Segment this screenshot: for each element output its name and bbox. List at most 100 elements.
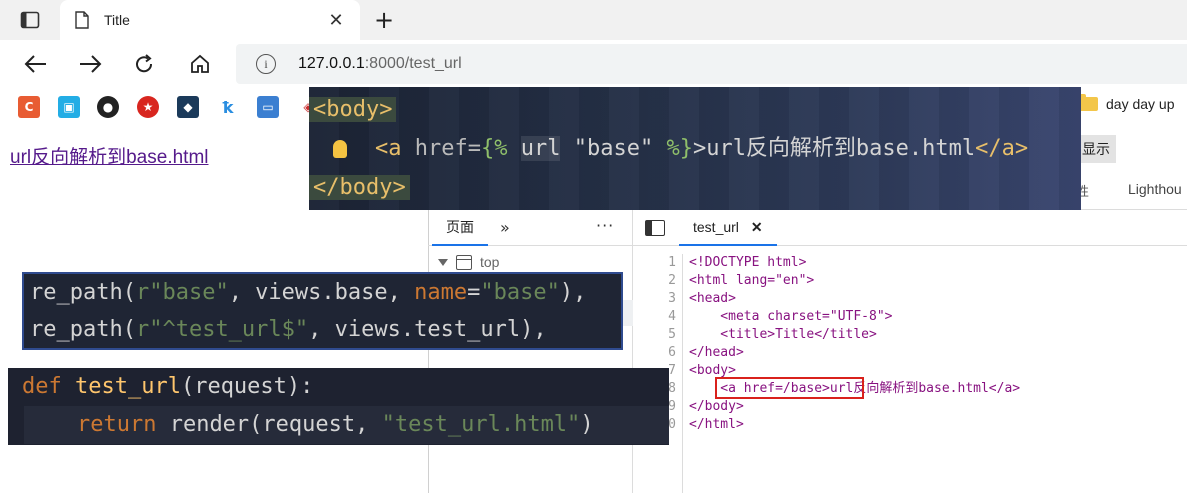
highlight-annotation: [715, 377, 864, 399]
urls-view: , views.base,: [228, 280, 415, 305]
file-tab-close-icon[interactable]: ✕: [751, 219, 763, 236]
urls-pattern: r"^test_url$": [135, 317, 309, 342]
line-number: 4: [668, 309, 676, 324]
code-line: </head>: [689, 345, 744, 360]
info-icon[interactable]: i: [256, 54, 276, 74]
line-number: 3: [668, 291, 676, 306]
address-host: 127.0.0.1: [298, 55, 365, 72]
template-a-close: </a>: [975, 136, 1029, 161]
file-tab-label: test_url: [693, 219, 739, 235]
more-tabs-icon[interactable]: »: [500, 218, 510, 237]
code-line: </body>: [689, 399, 744, 414]
views-template-name: "test_url.html": [381, 412, 581, 437]
line-number: 2: [668, 273, 676, 288]
template-href: href=: [414, 136, 481, 161]
template-body-open: <body>: [309, 97, 397, 122]
toggle-navigator-icon[interactable]: [645, 220, 665, 236]
template-line-2: <a href={% url "base" %}>url反向解析到base.ht…: [309, 130, 1028, 168]
bookmark-github-icon[interactable]: ●: [97, 96, 119, 118]
sources-navigator: 页面 » ··· top: [428, 210, 633, 493]
browser-tab[interactable]: Title ✕: [60, 0, 360, 40]
urls-name-value: "base": [480, 280, 560, 305]
tab-title: Title: [104, 12, 130, 28]
navigator-tabs: 页面 » ···: [428, 210, 633, 246]
back-arrow-icon: [24, 55, 46, 73]
reload-button[interactable]: [128, 50, 160, 78]
urls-eq: =: [467, 280, 481, 305]
urls-name-kw: name: [414, 280, 468, 305]
views-func-name: test_url: [74, 374, 181, 399]
template-url: url: [520, 136, 561, 161]
ide-template-snippet: <body> <a href={% url "base" %}>url反向解析到…: [309, 87, 1081, 210]
expand-triangle-icon[interactable]: [438, 258, 448, 266]
line-number: 6: [668, 345, 676, 360]
bookmark-codepen-icon[interactable]: ◆: [177, 96, 199, 118]
code-line: <title>Title</title>: [689, 327, 877, 342]
tab-actions-icon: [20, 11, 40, 29]
tab-actions-button[interactable]: [10, 6, 50, 34]
urls-close: ),: [559, 280, 587, 305]
devtools-tab-lighthouse[interactable]: Lighthou: [1128, 181, 1182, 197]
bookmark-folder-label: day day up: [1106, 96, 1175, 112]
code-line: <html lang="en">: [689, 273, 815, 288]
reload-icon: [136, 54, 153, 73]
line-number: 5: [668, 327, 676, 342]
urls-line-2: re_path(r"^test_url$", views.test_url),: [30, 312, 547, 348]
urls-re-path: re_path(: [30, 280, 136, 305]
template-tpl-close: %}: [666, 136, 693, 161]
code-line: <head>: [689, 291, 736, 306]
code-line: <meta charset="UTF-8">: [689, 309, 893, 324]
bookmark-folder[interactable]: day day up: [1078, 94, 1175, 112]
bookmark-bilibili-icon[interactable]: ▣: [58, 96, 80, 118]
urls-view: , views.test_url),: [308, 317, 547, 342]
views-close: ): [580, 412, 594, 437]
views-params: (request):: [180, 374, 314, 399]
ide-urls-snippet: re_path(r"base", views.base, name="base"…: [22, 272, 623, 350]
views-def: def: [22, 374, 75, 399]
urls-pattern: r"base": [135, 280, 229, 305]
frame-icon: [456, 254, 472, 270]
forward-button[interactable]: [74, 50, 106, 78]
views-line-1: def test_url(request):: [22, 368, 313, 406]
editor-tabs: test_url ✕: [633, 210, 1187, 246]
home-icon: [191, 54, 209, 73]
views-render: render(request,: [169, 412, 382, 437]
source-code[interactable]: <!DOCTYPE html> <html lang="en"> <head> …: [689, 254, 1020, 434]
template-tpl-open: {%: [480, 136, 521, 161]
lightbulb-icon[interactable]: [333, 140, 347, 158]
template-base-arg: "base": [560, 136, 667, 161]
template-line-3: </body>: [309, 169, 410, 207]
new-tab-button[interactable]: +: [370, 6, 398, 34]
menu-dots-icon[interactable]: ···: [596, 216, 614, 235]
show-button[interactable]: 显示: [1076, 135, 1116, 163]
template-a-open: <a: [375, 136, 415, 161]
bookmark-csdn-icon[interactable]: C: [18, 96, 40, 118]
tree-item-top[interactable]: top: [438, 254, 499, 270]
template-link-text: >url反向解析到base.html: [692, 136, 976, 161]
page-link[interactable]: url反向解析到base.html: [10, 142, 209, 169]
tree-item-label: top: [480, 254, 500, 270]
file-tab[interactable]: test_url ✕: [679, 210, 777, 246]
code-line: <!DOCTYPE html>: [689, 255, 807, 270]
code-line: </html>: [689, 417, 744, 432]
address-path: :8000/test_url: [364, 55, 462, 72]
address-bar[interactable]: i 127.0.0.1:8000/test_url: [236, 44, 1187, 84]
home-button[interactable]: [184, 50, 216, 78]
code-editor: test_url ✕ 1 2 3 4 5 6 7 8 9 10 <!DOCTYP…: [633, 210, 1187, 493]
page-icon: [75, 11, 89, 29]
tab-close-icon[interactable]: ✕: [326, 10, 346, 31]
forward-arrow-icon: [80, 55, 102, 73]
bookmark-monitor-icon[interactable]: ▭: [257, 96, 279, 118]
bookmark-k-icon[interactable]: ꝁ: [217, 96, 239, 118]
tab-page[interactable]: 页面: [432, 210, 488, 246]
template-line-1: <body>: [309, 91, 397, 129]
template-body-close: </body>: [309, 175, 410, 200]
folder-icon: [1078, 94, 1098, 111]
tab-strip: Title ✕ +: [0, 0, 1187, 40]
bookmark-emblem-icon[interactable]: ★: [137, 96, 159, 118]
line-number: 1: [668, 255, 676, 270]
back-button[interactable]: [20, 50, 52, 78]
urls-line-1: re_path(r"base", views.base, name="base"…: [30, 275, 586, 311]
urls-re-path: re_path(: [30, 317, 136, 342]
views-return: return: [76, 412, 170, 437]
